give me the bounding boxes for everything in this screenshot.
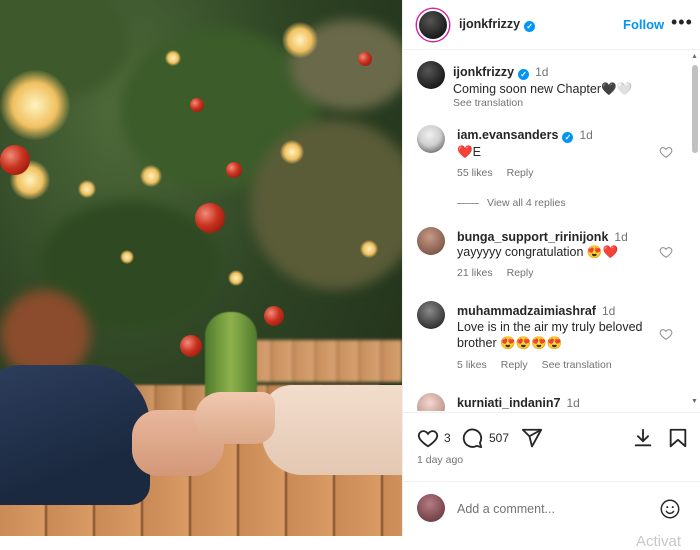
comment-item: iam.evansanders ✓ 1d ❤️E 55 likes Reply Vie…	[403, 123, 693, 209]
light-bokeh	[282, 22, 318, 58]
post-side-panel: ijonkfrizzy ✓ Follow ••• ijonkfrizzy ✓ 1d C…	[402, 0, 700, 536]
comment-meta: 21 likes Reply	[457, 267, 547, 279]
caption-username-text[interactable]: ijonkfrizzy	[453, 65, 514, 79]
avatar[interactable]	[417, 393, 445, 411]
comment-username-text[interactable]: iam.evansanders	[457, 128, 558, 142]
comment-item: muhammadzaimiashraf 1d Love is in the air…	[403, 299, 693, 379]
avatar[interactable]	[417, 301, 445, 329]
red-ornament	[180, 335, 202, 357]
scroll-up-arrow-icon[interactable]: ▲	[691, 53, 698, 60]
reply-button[interactable]: Reply	[507, 167, 534, 179]
like-count[interactable]: 3	[444, 431, 451, 445]
red-ornament	[226, 162, 242, 178]
red-ornament	[195, 203, 225, 233]
comment-text: yayyyyy congratulation 😍❤️	[457, 245, 619, 259]
heart-icon[interactable]	[417, 427, 439, 449]
light-bokeh	[360, 240, 378, 258]
see-translation-link[interactable]: See translation	[453, 97, 523, 109]
comment-composer	[403, 481, 700, 536]
comment-item: bunga_support_ririnijonk 1d yayyyyy congr…	[403, 225, 693, 285]
comment-username[interactable]: muhammadzaimiashraf 1d	[457, 304, 615, 318]
post-photo[interactable]	[0, 0, 402, 536]
comment-username[interactable]: iam.evansanders ✓ 1d	[457, 128, 593, 143]
verified-badge-icon: ✓	[562, 132, 574, 143]
comment-time: 1d	[614, 230, 628, 244]
avatar[interactable]	[417, 9, 449, 41]
emoji-icon[interactable]	[659, 498, 681, 520]
cream-sleeve	[262, 385, 402, 475]
avatar[interactable]	[417, 494, 445, 522]
see-translation-link[interactable]: See translation	[542, 359, 612, 371]
cactus-plant	[205, 312, 257, 404]
bookmark-icon[interactable]	[667, 427, 689, 449]
avatar[interactable]	[417, 61, 445, 89]
heart-icon[interactable]	[659, 245, 673, 259]
verified-badge-icon: ✓	[524, 21, 536, 32]
more-options-icon[interactable]: •••	[671, 12, 693, 33]
heart-icon[interactable]	[659, 145, 673, 159]
comments-scrollbar[interactable]: ▲ ▼	[690, 53, 700, 408]
post-header: ijonkfrizzy ✓ Follow •••	[403, 0, 700, 50]
author-username-text[interactable]: ijonkfrizzy	[459, 17, 520, 31]
avatar[interactable]	[417, 125, 445, 153]
caption-text: Coming soon new Chapter🖤🤍	[453, 82, 633, 96]
holding-hand	[195, 392, 275, 444]
comment-text: Love is in the air my truly beloved brot…	[457, 320, 643, 350]
red-ornament	[358, 52, 372, 66]
comment-item: kurniati_indanin7 1d	[403, 391, 693, 411]
follow-button[interactable]: Follow	[623, 17, 664, 32]
red-ornament	[0, 145, 30, 175]
comments-list[interactable]: ijonkfrizzy ✓ 1d Coming soon new Chapter🖤🤍…	[403, 51, 693, 411]
red-ornament	[190, 98, 204, 112]
comment-username-text[interactable]: muhammadzaimiashraf	[457, 304, 596, 318]
comment-text: ❤️E	[457, 145, 481, 159]
scroll-down-arrow-icon[interactable]: ▼	[691, 398, 698, 405]
share-icon[interactable]	[521, 427, 543, 449]
comment-icon[interactable]	[461, 427, 483, 449]
light-bokeh	[228, 270, 244, 286]
author-username[interactable]: ijonkfrizzy ✓	[459, 17, 536, 32]
comment-count[interactable]: 507	[489, 431, 509, 445]
avatar[interactable]	[417, 227, 445, 255]
download-icon[interactable]	[632, 427, 654, 449]
light-bokeh	[280, 140, 304, 164]
comment-likes[interactable]: 5 likes	[457, 359, 487, 371]
light-bokeh	[165, 50, 181, 66]
comment-username-text[interactable]: bunga_support_ririnijonk	[457, 230, 608, 244]
caption: ijonkfrizzy ✓ 1d Coming soon new Chapter🖤🤍…	[403, 61, 693, 111]
page-bottom-edge	[0, 536, 700, 550]
navy-sleeve	[0, 365, 150, 505]
reply-button[interactable]: Reply	[507, 267, 534, 279]
action-bar: 3 507 1 day ago	[403, 412, 700, 472]
light-bokeh	[120, 250, 134, 264]
comment-likes[interactable]: 21 likes	[457, 267, 493, 279]
red-ornament	[264, 306, 284, 326]
light-bokeh	[140, 165, 162, 187]
foliage-blob	[250, 120, 402, 290]
comment-input[interactable]	[457, 498, 657, 520]
comment-meta: 5 likes Reply See translation	[457, 359, 626, 371]
comment-meta: 55 likes Reply	[457, 167, 547, 179]
heart-icon[interactable]	[659, 327, 673, 341]
comment-username[interactable]: kurniati_indanin7 1d	[457, 396, 580, 410]
comment-username[interactable]: bunga_support_ririnijonk 1d	[457, 230, 628, 244]
post-timestamp: 1 day ago	[417, 454, 464, 466]
wooden-bench	[250, 340, 402, 382]
comment-time: 1d	[579, 128, 593, 142]
verified-badge-icon: ✓	[518, 69, 530, 80]
light-bokeh	[0, 70, 70, 140]
comment-time: 1d	[566, 396, 580, 410]
comment-likes[interactable]: 55 likes	[457, 167, 493, 179]
scrollbar-thumb[interactable]	[692, 65, 698, 153]
activation-watermark: Activat	[636, 533, 682, 550]
reply-button[interactable]: Reply	[501, 359, 528, 371]
light-bokeh	[78, 180, 96, 198]
comment-time: 1d	[601, 304, 616, 318]
view-replies-button[interactable]: View all 4 replies	[457, 197, 566, 209]
comment-username-text[interactable]: kurniati_indanin7	[457, 396, 561, 410]
caption-time: 1d	[535, 65, 549, 79]
caption-username[interactable]: ijonkfrizzy ✓ 1d	[453, 65, 548, 80]
